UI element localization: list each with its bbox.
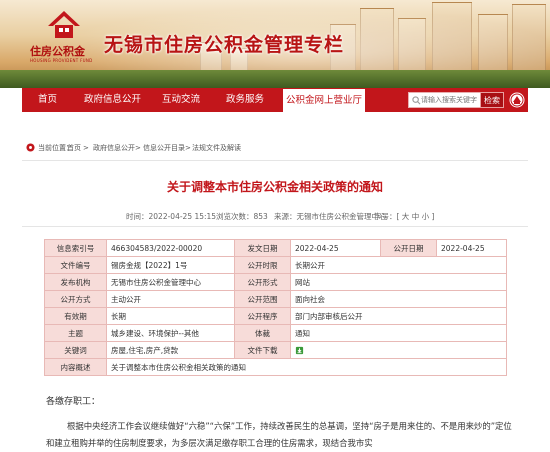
table-key: 公开方式 — [44, 290, 107, 308]
breadcrumb-regulations[interactable]: 法规文件及解读 — [192, 140, 241, 156]
table-value: 2022-04-25 — [290, 239, 381, 257]
nav-item-gov-info[interactable]: 政府信息公开 — [84, 88, 141, 112]
article-greeting: 各缴存职工： — [46, 397, 101, 407]
table-key: 发文日期 — [234, 239, 291, 257]
table-value: 关于调整本市住房公积金相关政策的通知 — [106, 358, 507, 376]
table-value: 锡房金规【2022】1号 — [106, 256, 235, 274]
info-table: 信息索引号 466304583/2022-00020 发文日期 2022-04-… — [44, 239, 507, 376]
table-value: 城乡建设、环境保护--其他 — [106, 324, 235, 342]
table-value: 无锡市住房公积金管理中心 — [106, 273, 235, 291]
table-row: 发布机构 无锡市住房公积金管理中心 公开形式 网站 — [44, 273, 507, 291]
article-paragraph: 根据中央经济工作会议继续做好“六稳”“六保”工作，持续改善民生的总基调，坚持“房… — [46, 421, 512, 448]
table-row: 内容概述 关于调整本市住房公积金相关政策的通知 — [44, 358, 507, 376]
table-value: 主动公开 — [106, 290, 235, 308]
file-download-icon[interactable] — [295, 346, 304, 355]
article-title: 关于调整本市住房公积金相关政策的通知 — [166, 180, 383, 194]
breadcrumb-sep: > — [135, 144, 141, 152]
table-key: 有效期 — [44, 307, 107, 325]
search-button[interactable]: 检索 — [480, 92, 504, 108]
breadcrumb-home[interactable]: 首页 — [67, 140, 81, 156]
search-icon — [412, 96, 421, 105]
table-row: 有效期 长期 公开程序 部门内部审核后公开 — [44, 307, 507, 325]
table-row: 公开方式 主动公开 公开范围 面向社会 — [44, 290, 507, 308]
breadcrumb-sep: > — [185, 144, 191, 152]
table-key: 公开形式 — [234, 273, 291, 291]
nav-item-interaction[interactable]: 互动交流 — [162, 88, 200, 112]
table-value: 2022-04-25 — [436, 239, 507, 257]
table-value: 面向社会 — [290, 290, 507, 308]
table-key: 关键词 — [44, 341, 107, 359]
header-banner: 住房公积金 HOUSING PROVIDENT FUND 无锡市住房公积金管理专… — [0, 0, 550, 88]
table-key: 发布机构 — [44, 273, 107, 291]
table-value: 通知 — [290, 324, 507, 342]
table-key: 文件编号 — [44, 256, 107, 274]
gov-emblem-icon[interactable] — [509, 92, 525, 108]
breadcrumb-sep: > — [83, 144, 89, 152]
meta-divider — [22, 226, 528, 227]
file-download-cell — [290, 341, 507, 359]
table-value: 网站 — [290, 273, 507, 291]
logo-text: 住房公积金 — [30, 45, 85, 58]
table-key: 体裁 — [234, 324, 291, 342]
article-time: 时间：2022-04-25 15:15 — [126, 212, 217, 221]
table-key: 公开程序 — [234, 307, 291, 325]
table-value: 466304583/2022-00020 — [106, 239, 235, 257]
table-key: 公开范围 — [234, 290, 291, 308]
table-key: 文件下载 — [234, 341, 291, 359]
nav-item-home[interactable]: 首页 — [38, 88, 57, 112]
table-row: 信息索引号 466304583/2022-00020 发文日期 2022-04-… — [44, 239, 507, 257]
table-key: 信息索引号 — [44, 239, 107, 257]
article-source: 来源：无锡市住房公积金管理中心 — [274, 212, 387, 221]
location-icon — [26, 143, 35, 152]
nav-item-online-hall[interactable]: 公积金网上营业厅 — [282, 88, 366, 112]
table-value: 长期公开 — [290, 256, 507, 274]
main-nav: 首页 政府信息公开 互动交流 政务服务 公积金网上营业厅 检索 — [22, 88, 528, 112]
house-logo-icon — [48, 11, 80, 38]
breadcrumb-divider — [22, 160, 528, 161]
font-size-selector[interactable]: 字号：[ 大 中 小 ] — [374, 211, 434, 222]
table-key: 公开时限 — [234, 256, 291, 274]
breadcrumb-gov-info[interactable]: 政府信息公开 — [93, 140, 135, 156]
table-row: 文件编号 锡房金规【2022】1号 公开时限 长期公开 — [44, 256, 507, 274]
logo-english-text: HOUSING PROVIDENT FUND — [30, 58, 93, 63]
table-key: 主题 — [44, 324, 107, 342]
breadcrumb: 当前位置： 首页 > 政府信息公开 > 信息公开目录 > 法规文件及解读 — [38, 140, 338, 156]
banner-trees — [0, 70, 550, 88]
table-key: 公开日期 — [380, 239, 437, 257]
site-logo[interactable]: 住房公积金 HOUSING PROVIDENT FUND — [30, 10, 98, 66]
table-row: 主题 城乡建设、环境保护--其他 体裁 通知 — [44, 324, 507, 342]
article-views: 浏览次数：853 — [216, 212, 268, 221]
nav-item-gov-service[interactable]: 政务服务 — [226, 88, 264, 112]
table-row: 关键词 房屋,住宅,房产,贷款 文件下载 — [44, 341, 507, 359]
table-key: 内容概述 — [44, 358, 107, 376]
table-value: 长期 — [106, 307, 235, 325]
breadcrumb-catalog[interactable]: 信息公开目录 — [143, 140, 185, 156]
site-title: 无锡市住房公积金管理专栏 — [104, 34, 345, 56]
table-value: 房屋,住宅,房产,贷款 — [106, 341, 235, 359]
table-value: 部门内部审核后公开 — [290, 307, 507, 325]
